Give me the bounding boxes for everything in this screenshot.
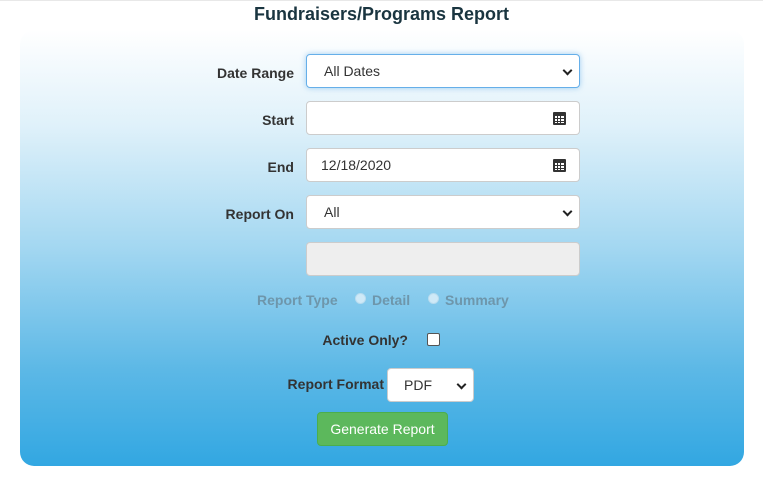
calendar-icon bbox=[553, 112, 566, 125]
report-on-value: All bbox=[324, 204, 340, 220]
top-divider bbox=[0, 0, 763, 1]
report-type-detail-label: Detail bbox=[372, 292, 411, 308]
date-range-select[interactable]: All Dates bbox=[306, 54, 580, 88]
date-range-label: Date Range bbox=[216, 65, 294, 81]
start-calendar-button[interactable] bbox=[540, 101, 580, 135]
start-date-input[interactable] bbox=[306, 101, 541, 135]
date-range-value: All Dates bbox=[324, 63, 381, 79]
report-format-value: PDF bbox=[404, 377, 432, 393]
report-format-select[interactable]: PDF bbox=[387, 368, 474, 402]
end-calendar-button[interactable] bbox=[540, 148, 580, 182]
chevron-down-icon bbox=[562, 206, 573, 217]
report-format-label: Report Format bbox=[287, 376, 384, 392]
report-type-summary-label: Summary bbox=[445, 292, 509, 308]
report-type-detail-radio[interactable] bbox=[355, 293, 366, 304]
generate-report-button[interactable]: Generate Report bbox=[317, 412, 448, 446]
report-type-summary-radio[interactable] bbox=[428, 293, 439, 304]
active-only-checkbox[interactable] bbox=[427, 333, 440, 346]
chevron-down-icon bbox=[562, 65, 573, 76]
end-date-value: 12/18/2020 bbox=[321, 157, 392, 173]
report-type-label: Report Type bbox=[257, 292, 338, 308]
report-on-label: Report On bbox=[225, 206, 294, 222]
report-on-select[interactable]: All bbox=[306, 195, 580, 229]
end-date-input[interactable]: 12/18/2020 bbox=[306, 148, 541, 182]
calendar-icon bbox=[553, 159, 566, 172]
end-label: End bbox=[267, 159, 294, 175]
page-title: Fundraisers/Programs Report bbox=[253, 4, 510, 24]
chevron-down-icon bbox=[456, 379, 467, 390]
report-on-detail-field bbox=[306, 242, 580, 276]
start-label: Start bbox=[262, 112, 294, 128]
active-only-label: Active Only? bbox=[322, 332, 408, 348]
